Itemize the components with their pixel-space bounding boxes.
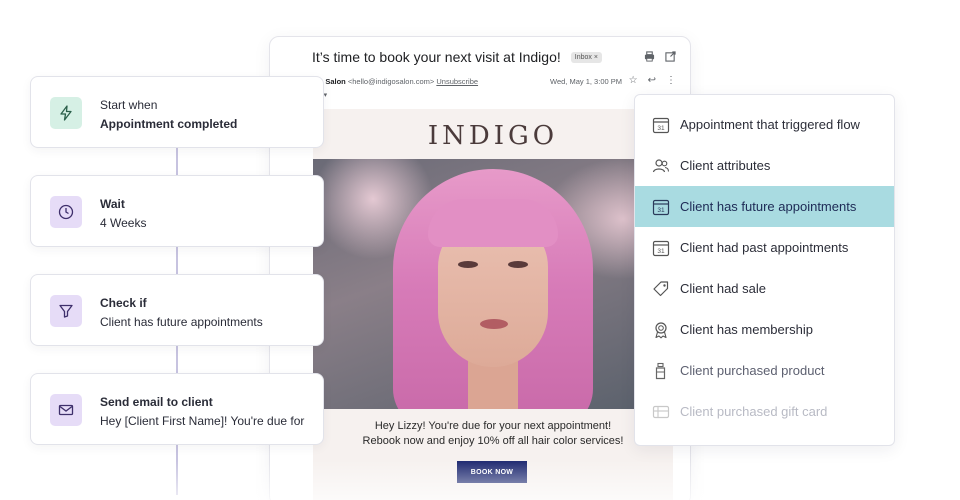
svg-text:31: 31: [657, 125, 665, 132]
condition-label: Client attributes: [680, 158, 771, 173]
bottle-icon: [655, 362, 666, 380]
print-icon[interactable]: [644, 51, 655, 62]
unsubscribe-link[interactable]: Unsubscribe: [436, 77, 478, 86]
people-icon: [652, 159, 670, 173]
reply-icon[interactable]: ↩: [648, 75, 656, 86]
star-icon[interactable]: ☆: [629, 75, 638, 86]
open-new-window-icon[interactable]: [665, 51, 676, 62]
email-date: Wed, May 1, 3:00 PM: [550, 77, 622, 86]
condition-label: Client had sale: [680, 281, 766, 296]
promo-text: Hey Lizzy! You're due for your next appo…: [313, 419, 673, 449]
svg-text:31: 31: [657, 248, 665, 255]
condition-label: Client had past appointments: [680, 240, 849, 255]
condition-option[interactable]: Client has membership: [635, 309, 894, 350]
workflow-step-email[interactable]: Send email to client Hey [Client First N…: [30, 373, 324, 445]
condition-label: Client purchased product: [680, 363, 825, 378]
email-body: INDIGO Hey Lizzy! You're due for your ne…: [313, 109, 673, 500]
book-now-button[interactable]: BOOK NOW: [457, 461, 527, 483]
step-detail: Appointment completed: [100, 117, 238, 131]
workflow-step-trigger[interactable]: Start when Appointment completed: [30, 76, 324, 148]
step-title: Start when: [100, 98, 158, 112]
more-vert-icon[interactable]: ⋮: [666, 75, 676, 86]
condition-option[interactable]: Client purchased gift card: [635, 391, 894, 432]
calendar-icon: 31: [652, 117, 670, 134]
tag-icon: [653, 281, 669, 297]
email-subject: It’s time to book your next visit at Ind…: [312, 49, 561, 65]
step-title: Send email to client: [100, 395, 213, 409]
workflow-step-check[interactable]: Check if Client has future appointments: [30, 274, 324, 346]
condition-option[interactable]: 31 Client had past appointments: [635, 227, 894, 268]
svg-text:31: 31: [657, 207, 665, 214]
gift-card-icon: [652, 405, 670, 419]
email-preview: It’s time to book your next visit at Ind…: [269, 36, 691, 500]
calendar-icon: 31: [652, 240, 670, 257]
sender-row: igo Salon <hello@indigosalon.com> Unsubs…: [312, 75, 676, 91]
calendar-icon: 31: [652, 199, 670, 216]
clock-icon: [50, 196, 82, 228]
condition-label: Client has future appointments: [680, 199, 857, 214]
hero-image: [313, 159, 673, 409]
brand-logo: INDIGO: [427, 121, 559, 151]
envelope-icon: [50, 394, 82, 426]
lightning-icon: [50, 97, 82, 129]
condition-option[interactable]: Client purchased product: [635, 350, 894, 391]
condition-option[interactable]: 31 Appointment that triggered flow: [635, 104, 894, 145]
condition-label: Client purchased gift card: [680, 404, 828, 419]
step-detail: Hey [Client First Name]! You're due for: [100, 414, 305, 428]
funnel-icon: [50, 295, 82, 327]
sender-email: <hello@indigosalon.com>: [347, 77, 435, 86]
step-detail: 4 Weeks: [100, 216, 147, 230]
condition-option[interactable]: Client had sale: [635, 268, 894, 309]
condition-list: 31 Appointment that triggered flow Clien…: [634, 94, 895, 446]
condition-option-selected[interactable]: 31 Client has future appointments: [635, 186, 894, 227]
step-detail: Client has future appointments: [100, 315, 263, 329]
condition-option[interactable]: Client attributes: [635, 145, 894, 186]
sender-actions: ☆ ↩ ⋮: [629, 75, 676, 86]
step-title: Wait: [100, 197, 125, 211]
email-subject-row: It’s time to book your next visit at Ind…: [312, 49, 602, 65]
step-title: Check if: [100, 296, 147, 310]
promo-line-2: Rebook now and enjoy 10% off all hair co…: [362, 435, 624, 447]
condition-label: Appointment that triggered flow: [680, 117, 860, 132]
workflow-step-wait[interactable]: Wait 4 Weeks: [30, 175, 324, 247]
condition-label: Client has membership: [680, 322, 813, 337]
promo-line-1: Hey Lizzy! You're due for your next appo…: [374, 420, 612, 432]
inbox-label-chip[interactable]: Inbox ×: [570, 51, 602, 63]
badge-icon: [655, 322, 667, 339]
email-toolbar: [644, 51, 676, 62]
